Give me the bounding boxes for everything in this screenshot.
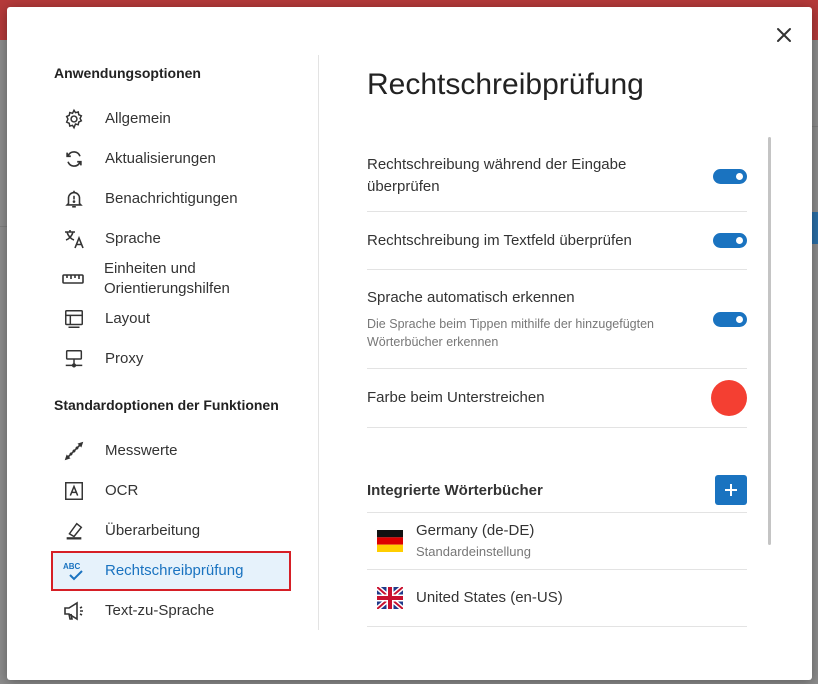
sidebar-item-spellcheck[interactable]: ABC Rechtschreibprüfung	[51, 551, 291, 591]
sidebar-item-label: Einheiten und Orientierungshilfen	[103, 260, 230, 297]
sidebar-item-general[interactable]: Allgemein	[47, 99, 317, 139]
sidebar-item-measurements[interactable]: Messwerte	[47, 431, 317, 471]
sidebar-item-label: Rechtschreibprüfung	[105, 562, 244, 579]
setting-row-auto-detect-language: Sprache automatisch erkennen Die Sprache…	[367, 270, 747, 369]
sidebar-item-label: Layout	[105, 310, 151, 327]
de-flag-icon	[377, 530, 403, 552]
svg-text:ABC: ABC	[63, 562, 81, 571]
background-divider	[812, 126, 818, 127]
sidebar-item-proxy[interactable]: Proxy	[47, 339, 317, 379]
dictionary-name: United States (en-US)	[416, 589, 563, 606]
spellcheck-typing-toggle[interactable]	[713, 168, 747, 184]
us-flag-icon	[377, 587, 403, 609]
setting-row-underline-color: Farbe beim Unterstreichen	[367, 369, 747, 428]
close-button[interactable]	[770, 21, 798, 49]
spellcheck-icon: ABC	[61, 558, 87, 584]
ruler-icon	[61, 266, 86, 292]
dictionary-item-en[interactable]: United States (en-US)	[367, 570, 747, 627]
sidebar-item-language[interactable]: Sprache	[47, 219, 317, 259]
setting-label: Sprache automatisch erkennen	[367, 289, 575, 306]
spellcheck-settings-panel: Rechtschreibprüfung Rechtschreibung währ…	[367, 55, 747, 627]
section-title-feature-defaults: Standardoptionen der Funktionen	[54, 397, 279, 413]
measure-icon	[61, 438, 87, 464]
sidebar-item-label: Allgemein	[105, 110, 171, 127]
setting-label: Rechtschreibung im Textfeld überprüfen	[367, 231, 632, 249]
dictionaries-header: Integrierte Wörterbücher	[367, 468, 747, 513]
sidebar-item-notifications[interactable]: Benachrichtigungen	[47, 179, 317, 219]
auto-detect-language-toggle[interactable]	[713, 311, 747, 327]
refresh-icon	[61, 146, 87, 172]
setting-label: Rechtschreibung während der Eingabe über…	[367, 156, 627, 195]
sidebar-divider	[318, 55, 319, 630]
gear-icon	[61, 106, 87, 132]
network-icon	[61, 346, 87, 372]
sidebar-item-label: Messwerte	[105, 442, 178, 459]
preferences-sidebar: Anwendungsoptionen Allgemein Aktualisier…	[47, 55, 317, 631]
sidebar-item-label: Überarbeitung	[105, 522, 201, 539]
sidebar-item-ocr[interactable]: OCR	[47, 471, 317, 511]
ocr-icon	[61, 478, 87, 504]
settings-scrollbar[interactable]	[768, 137, 771, 545]
sidebar-item-redaction[interactable]: Überarbeitung	[47, 511, 317, 551]
sidebar-item-units-guides[interactable]: Einheiten und Orientierungshilfen	[47, 259, 317, 299]
sidebar-item-label: OCR	[105, 482, 139, 499]
background-divider	[0, 226, 7, 227]
bell-icon	[61, 186, 87, 212]
setting-label: Farbe beim Unterstreichen	[367, 389, 545, 406]
setting-row-spellcheck-textfield: Rechtschreibung im Textfeld überprüfen	[367, 212, 747, 270]
dictionary-name: Germany (de-DE)	[416, 522, 535, 539]
add-dictionary-button[interactable]	[715, 475, 747, 505]
sidebar-item-label: Sprache	[105, 230, 161, 247]
preferences-dialog: Anwendungsoptionen Allgemein Aktualisier…	[7, 7, 812, 680]
plus-icon	[725, 484, 737, 496]
close-icon	[777, 28, 791, 42]
sidebar-item-text-to-speech[interactable]: Text-zu-Sprache	[47, 591, 317, 631]
dictionary-default-badge: Standardeinstellung	[416, 544, 531, 559]
setting-row-spellcheck-typing: Rechtschreibung während der Eingabe über…	[367, 141, 747, 212]
setting-description: Die Sprache beim Tippen mithilfe der hin…	[367, 317, 654, 349]
eraser-icon	[61, 518, 87, 544]
sidebar-item-label: Aktualisierungen	[105, 150, 216, 167]
dictionary-item-de[interactable]: Germany (de-DE) Standardeinstellung	[367, 513, 747, 570]
dictionaries-title: Integrierte Wörterbücher	[367, 481, 543, 499]
underline-color-swatch[interactable]	[711, 380, 747, 416]
spellcheck-textfield-toggle[interactable]	[713, 233, 747, 248]
sidebar-item-label: Text-zu-Sprache	[105, 602, 215, 619]
translate-icon	[61, 226, 87, 252]
megaphone-icon	[61, 598, 87, 624]
section-title-application-options: Anwendungsoptionen	[54, 65, 201, 81]
sidebar-item-updates[interactable]: Aktualisierungen	[47, 139, 317, 179]
page-title: Rechtschreibprüfung	[367, 68, 644, 101]
sidebar-item-label: Benachrichtigungen	[105, 190, 238, 207]
sidebar-item-label: Proxy	[105, 350, 144, 367]
sidebar-item-layout[interactable]: Layout	[47, 299, 317, 339]
layout-icon	[61, 306, 87, 332]
background-blue-button	[812, 212, 818, 244]
